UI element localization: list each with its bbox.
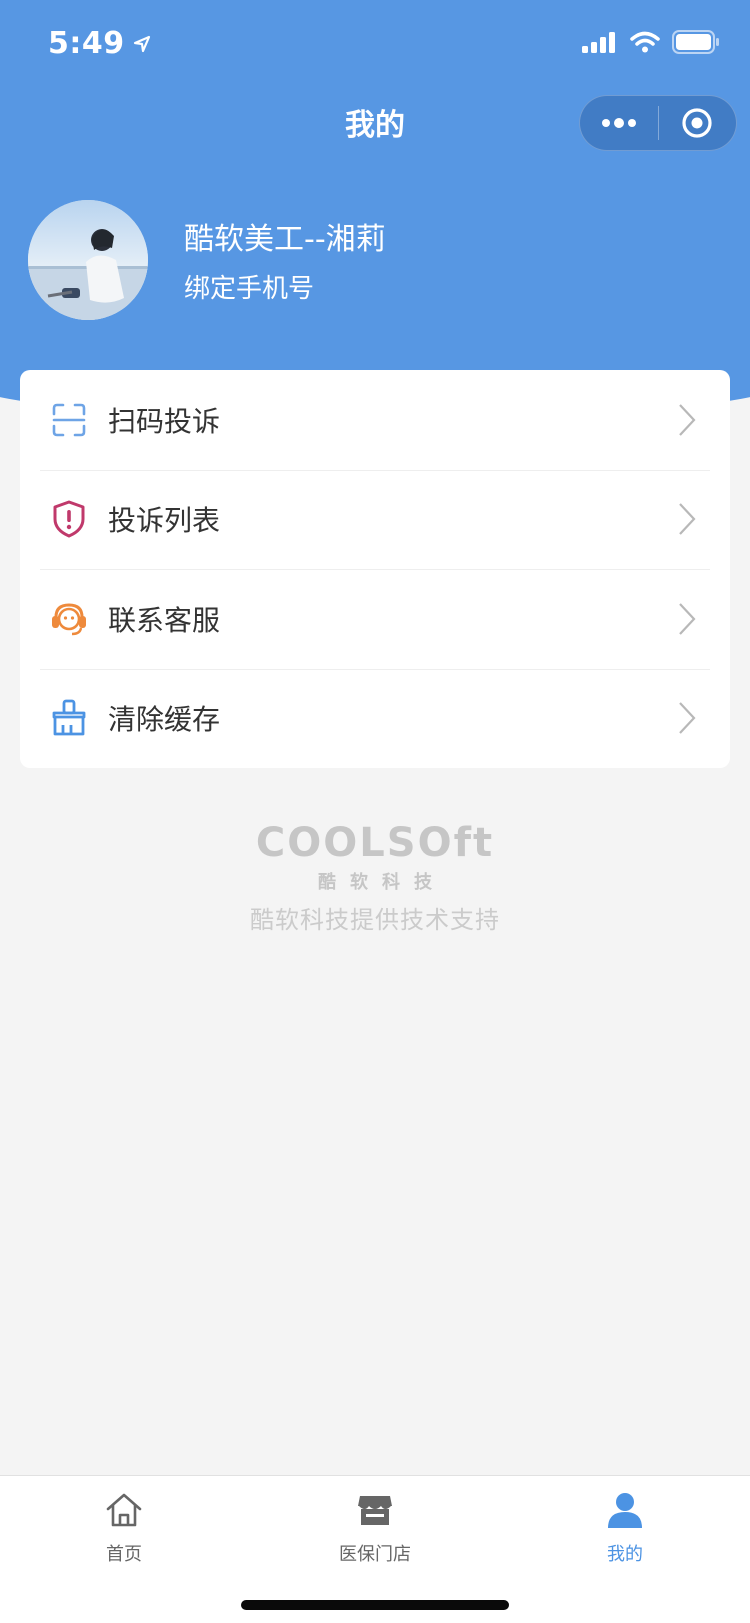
- wifi-icon: [630, 31, 660, 53]
- chevron-right-icon: [679, 403, 696, 436]
- tab-mine[interactable]: 我的: [565, 1486, 685, 1566]
- avatar-photo: [28, 200, 148, 320]
- broom-icon: [50, 699, 88, 737]
- status-indicators: [582, 30, 720, 54]
- status-time-text: 5:49: [48, 26, 125, 61]
- menu-item-label: 联系客服: [108, 603, 221, 637]
- shield-alert-icon: [50, 500, 88, 538]
- menu-item-label: 投诉列表: [108, 504, 221, 538]
- brand-footer: COOLSOft 酷软科技 酷软科技提供技术支持: [0, 820, 750, 935]
- tab-label: 医保门店: [339, 1544, 411, 1565]
- menu-item-scan-complaint[interactable]: 扫码投诉: [20, 370, 730, 470]
- target-close-icon: [682, 108, 712, 138]
- tab-medical-store[interactable]: 医保门店: [315, 1486, 435, 1566]
- headset-icon: [50, 600, 88, 638]
- user-name: 酷软美工--湘莉: [184, 222, 386, 257]
- brand-cn-name: 酷软科技: [318, 872, 446, 893]
- tech-support-text: 酷软科技提供技术支持: [250, 906, 500, 934]
- more-dots-icon: [601, 118, 636, 128]
- signal-icon: [582, 32, 615, 53]
- user-icon: [565, 1486, 685, 1534]
- battery-icon: [672, 30, 719, 54]
- scan-icon: [50, 401, 88, 439]
- location-arrow-icon: [133, 35, 150, 52]
- store-icon: [315, 1486, 435, 1534]
- home-icon: [64, 1486, 184, 1534]
- chevron-right-icon: [679, 503, 696, 536]
- menu-item-complaint-list[interactable]: 投诉列表: [20, 469, 730, 570]
- menu-item-label: 清除缓存: [108, 703, 221, 737]
- chevron-right-icon: [679, 602, 696, 635]
- more-button[interactable]: [580, 96, 658, 150]
- menu-card: 扫码投诉 投诉列表 联系客服 清除缓存: [20, 370, 730, 768]
- tab-home[interactable]: 首页: [64, 1486, 184, 1566]
- mini-program-capsule: [579, 95, 737, 151]
- page: 5:49 我的 酷软美工--湘莉 绑定手机号 扫码投诉 投诉列表 联系客服 清除…: [0, 0, 750, 1623]
- avatar[interactable]: [28, 200, 148, 320]
- status-bar: 5:49: [0, 0, 750, 90]
- menu-item-contact-support[interactable]: 联系客服: [20, 569, 730, 669]
- status-time: 5:49: [48, 26, 151, 61]
- menu-item-clear-cache[interactable]: 清除缓存: [20, 668, 730, 769]
- chevron-right-icon: [679, 702, 696, 735]
- tab-label: 首页: [106, 1544, 142, 1565]
- tab-label: 我的: [607, 1544, 643, 1565]
- tab-bar: 首页 医保门店 我的: [0, 1475, 750, 1623]
- bind-phone-link[interactable]: 绑定手机号: [184, 268, 314, 305]
- menu-item-label: 扫码投诉: [108, 404, 221, 438]
- home-indicator: [241, 1600, 509, 1610]
- brand-logo: COOLSOft: [255, 820, 495, 866]
- close-program-button[interactable]: [659, 96, 737, 150]
